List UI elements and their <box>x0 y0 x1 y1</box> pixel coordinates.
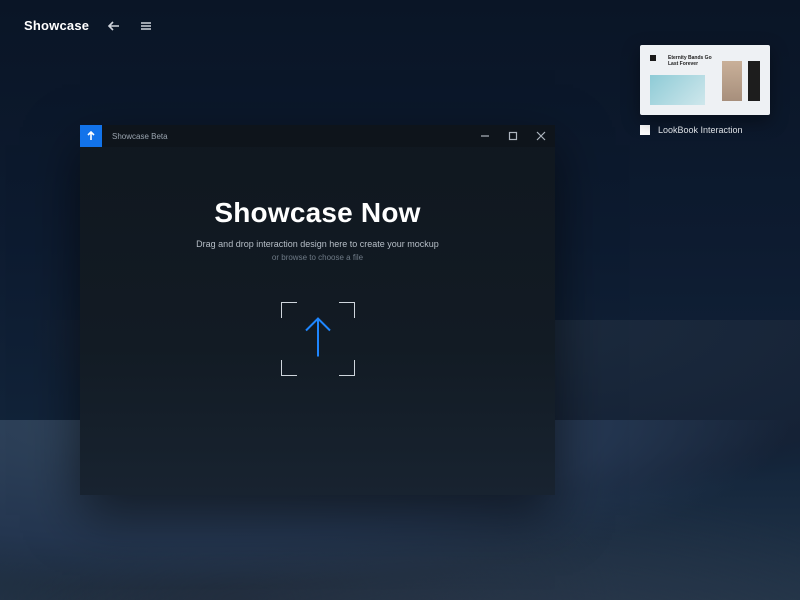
dropzone-corner <box>339 302 355 318</box>
dropzone[interactable] <box>281 302 355 376</box>
minimize-button[interactable] <box>471 125 499 147</box>
dropzone-corner <box>281 360 297 376</box>
thumbnail-card[interactable]: Eternity Bands Go Last Forever LookBook … <box>640 45 770 135</box>
back-icon[interactable] <box>107 19 121 33</box>
browse-link[interactable]: or browse to choose a file <box>80 253 555 262</box>
brand-logo: Showcase <box>24 18 89 33</box>
window-content: Showcase Now Drag and drop interaction d… <box>80 147 555 376</box>
app-icon[interactable] <box>80 125 102 147</box>
upload-arrow-icon <box>301 315 335 364</box>
dropzone-corner <box>339 360 355 376</box>
menu-icon[interactable] <box>139 19 153 33</box>
close-button[interactable] <box>527 125 555 147</box>
thumbnail-preview-title: Eternity Bands Go Last Forever <box>668 55 712 67</box>
heading: Showcase Now <box>80 197 555 229</box>
dropzone-corner <box>281 302 297 318</box>
thumbnail-preview: Eternity Bands Go Last Forever <box>640 45 770 115</box>
thumbnail-label: LookBook Interaction <box>658 125 743 135</box>
app-window: Showcase Beta Showcase Now Drag and drop… <box>80 125 555 495</box>
window-controls <box>471 125 555 147</box>
window-titlebar[interactable]: Showcase Beta <box>80 125 555 147</box>
thumbnail-checkbox[interactable] <box>640 125 650 135</box>
top-toolbar: Showcase <box>24 18 153 33</box>
window-title: Showcase Beta <box>112 132 168 141</box>
subheading: Drag and drop interaction design here to… <box>80 239 555 249</box>
maximize-button[interactable] <box>499 125 527 147</box>
